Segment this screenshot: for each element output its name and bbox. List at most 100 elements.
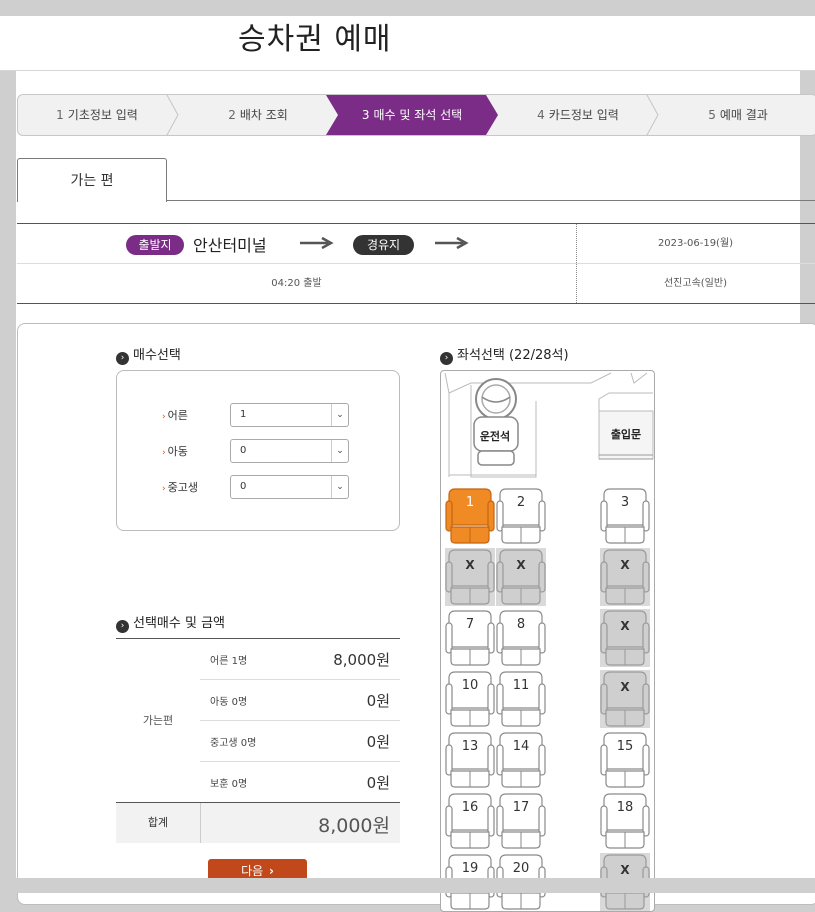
arrow-right-icon <box>435 236 469 250</box>
departure-terminal: 안산터미널 <box>193 236 267 255</box>
step-4: 4 카드정보 입력 <box>498 95 658 135</box>
adult-count-select[interactable]: 1 ⌄ <box>230 403 349 427</box>
price-row-label: 중고생 0명 <box>210 738 257 749</box>
seat-18[interactable]: 18 <box>600 792 650 850</box>
step-3-active: 3 매수 및 좌석 선택 <box>326 95 498 135</box>
seat-number: X <box>620 680 630 694</box>
route-info: 출발지 안산터미널 경유지 2023-06-19(월) 04:20 출발 선진고… <box>17 223 815 304</box>
seat-number: 15 <box>616 739 634 754</box>
price-section-label: 선택매수 및 금액 <box>133 616 225 631</box>
count-section-label: 매수선택 <box>133 348 181 363</box>
seat-number: 13 <box>461 739 479 754</box>
seat-11[interactable]: 11 <box>496 670 546 728</box>
step-3-number: 3 <box>361 108 370 122</box>
seat-13[interactable]: 13 <box>445 731 495 789</box>
child-label: 아동 <box>167 445 188 458</box>
child-count-value: 0 <box>240 445 247 456</box>
via-badge: 경유지 <box>353 235 414 255</box>
seat-2[interactable]: 2 <box>496 487 546 545</box>
header-bar <box>0 16 815 71</box>
seat-number: 8 <box>516 617 526 632</box>
count-label-adult: › 어른 <box>162 407 188 423</box>
seat-taken: X <box>496 548 546 606</box>
seat-number: 10 <box>461 678 479 693</box>
departure-date: 2023-06-19(월) <box>657 238 734 249</box>
price-row-amount: 0원 <box>366 692 390 710</box>
step-1: 1 기초정보 입력 <box>18 95 176 135</box>
price-total-row: 합계 8,000원 <box>116 802 400 843</box>
step-1-label: 기초정보 입력 <box>67 108 138 122</box>
seat-17[interactable]: 17 <box>496 792 546 850</box>
price-row-amount: 0원 <box>366 733 390 751</box>
tab-underline <box>167 200 815 201</box>
seat-number: 17 <box>512 800 530 815</box>
step-2-label: 배차 조회 <box>239 108 288 122</box>
driver-seat-label: 운전석 <box>479 430 511 443</box>
page-title: 승차권 예매 <box>238 22 392 57</box>
price-row: 어른 1명 8,000원 <box>200 639 400 680</box>
triangle-right-icon: › <box>162 484 166 494</box>
arrow-right-icon <box>300 236 334 250</box>
chevron-right-icon: › <box>116 620 129 633</box>
count-label-child: › 아동 <box>162 443 188 459</box>
chevron-right-icon: › <box>440 352 453 365</box>
seat-number: 20 <box>512 861 530 876</box>
step-3-label: 매수 및 좌석 선택 <box>373 108 463 122</box>
price-row-label: 아동 0명 <box>210 697 248 708</box>
seat-number: 2 <box>516 495 526 510</box>
chevron-down-icon: ⌄ <box>331 404 348 426</box>
seat-icon <box>600 609 650 667</box>
seat-number: 16 <box>461 800 479 815</box>
step-5-label: 예매 결과 <box>719 108 768 122</box>
trip-label: 가는편 <box>142 714 174 727</box>
step-2: 2 배차 조회 <box>178 95 338 135</box>
window-bottom-edge <box>0 878 815 893</box>
seat-number: X <box>465 558 475 572</box>
triangle-right-icon: › <box>162 448 166 458</box>
seat-15[interactable]: 15 <box>600 731 650 789</box>
count-section-title: › 매수선택 <box>116 344 181 365</box>
door-label: 출입문 <box>610 428 642 441</box>
seat-1[interactable]: 1 <box>445 487 495 545</box>
price-row-label: 보훈 0명 <box>210 779 248 790</box>
price-row: 아동 0명 0원 <box>200 680 400 721</box>
adult-label: 어른 <box>167 409 188 422</box>
step-1-number: 1 <box>56 108 64 122</box>
seat-taken: X <box>600 670 650 728</box>
chevron-down-icon: ⌄ <box>331 476 348 498</box>
student-count-select[interactable]: 0 ⌄ <box>230 475 349 499</box>
seat-number: X <box>620 619 630 633</box>
seat-number: 1 <box>465 495 475 510</box>
seat-number: X <box>620 863 630 877</box>
count-row-adult: › 어른 1 ⌄ <box>117 403 399 427</box>
seat-taken: X <box>600 548 650 606</box>
header-left-edge <box>0 16 16 70</box>
seat-number: 14 <box>512 739 530 754</box>
step-5-number: 5 <box>708 108 716 122</box>
seat-taken: X <box>445 548 495 606</box>
seat-number: 19 <box>461 861 479 876</box>
seat-10[interactable]: 10 <box>445 670 495 728</box>
seat-section-title: › 좌석선택 (22/28석) <box>440 344 569 365</box>
price-section-title: › 선택매수 및 금액 <box>116 612 225 633</box>
chevron-right-icon: › <box>268 864 274 878</box>
bus-company-grade: 선진고속(일반) <box>663 278 727 289</box>
seat-7[interactable]: 7 <box>445 609 495 667</box>
tab-outbound[interactable]: 가는 편 <box>17 158 167 202</box>
seat-taken: X <box>600 609 650 667</box>
ticket-count-box: › 어른 1 ⌄ › 아동 0 ⌄ › 중고생 0 ⌄ <box>116 370 400 531</box>
triangle-right-icon: › <box>162 412 166 422</box>
seat-3[interactable]: 3 <box>600 487 650 545</box>
adult-count-value: 1 <box>240 409 247 420</box>
student-label: 중고생 <box>167 481 198 494</box>
seat-8[interactable]: 8 <box>496 609 546 667</box>
step-progress-bar: 1 기초정보 입력 2 배차 조회 3 매수 및 좌석 선택 4 카드정보 입력 5 예매… <box>17 94 815 136</box>
seat-section-label: 좌석선택 (22/28석) <box>457 348 569 363</box>
child-count-select[interactable]: 0 ⌄ <box>230 439 349 463</box>
floor-line <box>449 474 536 476</box>
price-row-label: 어른 1명 <box>210 656 248 667</box>
seat-16[interactable]: 16 <box>445 792 495 850</box>
seat-number: 18 <box>616 800 634 815</box>
seat-14[interactable]: 14 <box>496 731 546 789</box>
step-5: 5 예매 결과 <box>658 95 815 135</box>
